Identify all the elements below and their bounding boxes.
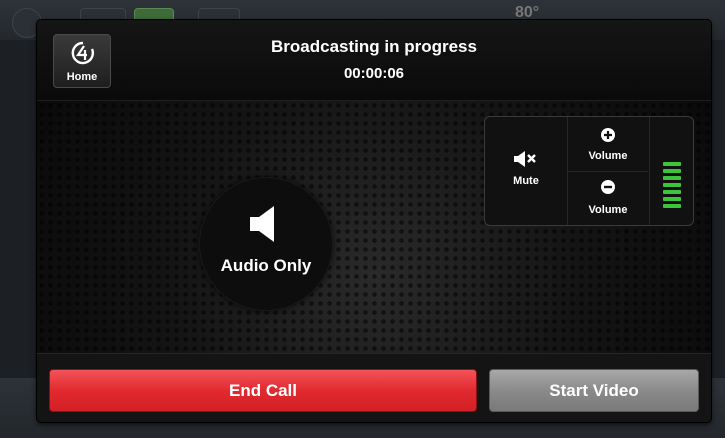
mute-button[interactable]: Mute: [485, 117, 568, 225]
meter-segment: [663, 162, 681, 166]
minus-circle-icon: [601, 180, 615, 194]
mute-label: Mute: [513, 175, 539, 187]
meter-segment: [663, 190, 681, 194]
speaker-icon: [250, 206, 274, 242]
meter-segment: [663, 176, 681, 180]
broadcast-dialog: Home Broadcasting in progress 00:00:06 A…: [37, 20, 711, 422]
volume-up-label: Volume: [588, 150, 628, 162]
start-video-button[interactable]: Start Video: [489, 369, 699, 412]
mute-icon: [514, 151, 536, 167]
plus-circle-icon: [601, 128, 615, 142]
call-stage: Audio Only Mute Volume Volume: [37, 101, 711, 353]
meter-segment: [663, 169, 681, 173]
call-timer: 00:00:06: [343, 65, 405, 82]
volume-down-label: Volume: [588, 204, 628, 216]
audio-only-label: Audio Only: [220, 256, 312, 275]
volume-up-button[interactable]: Volume: [568, 117, 648, 172]
end-call-button[interactable]: End Call: [49, 369, 477, 412]
dialog-footer: End Call Start Video: [37, 353, 711, 422]
volume-level-meter: [649, 117, 693, 225]
volume-down-button[interactable]: Volume: [568, 172, 648, 225]
meter-segment: [663, 183, 681, 187]
dialog-title: Broadcasting in progress: [271, 37, 477, 56]
volume-panel: Mute Volume Volume: [484, 116, 694, 226]
meter-segment: [663, 204, 681, 208]
meter-segment: [663, 197, 681, 201]
dialog-header: Home Broadcasting in progress 00:00:06: [37, 20, 711, 101]
audio-only-indicator: Audio Only: [200, 178, 332, 310]
